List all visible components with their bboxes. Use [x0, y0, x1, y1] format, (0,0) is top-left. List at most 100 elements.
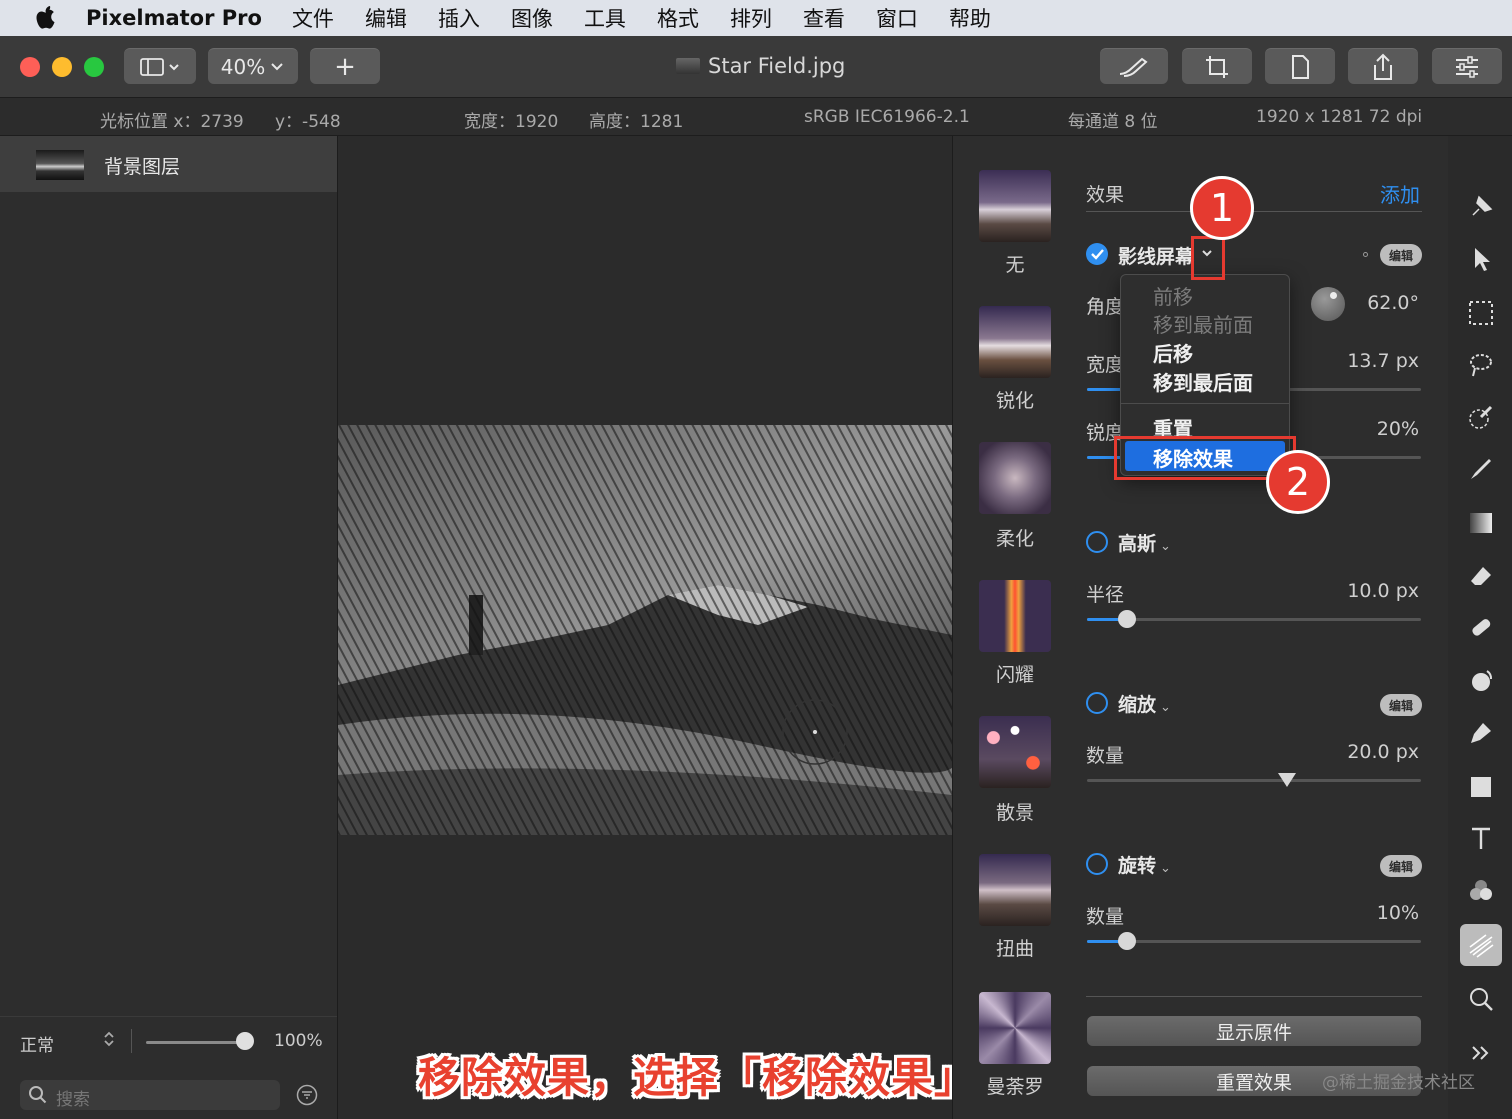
edit-zoom-button[interactable]: 编辑: [1380, 694, 1422, 716]
pointer-tool-icon[interactable]: [1460, 238, 1502, 280]
zoom-effect-name[interactable]: 缩放 ⌄: [1118, 690, 1171, 717]
menu-separator: [1121, 403, 1289, 404]
menu-tools[interactable]: 工具: [584, 3, 626, 33]
close-window-button[interactable]: [20, 57, 40, 77]
menu-item-move-backward[interactable]: 后移: [1153, 338, 1193, 367]
menu-format[interactable]: 格式: [657, 3, 699, 33]
crop-button[interactable]: [1182, 48, 1252, 84]
opacity-value: 100%: [274, 1031, 323, 1051]
blend-mode-select[interactable]: 正常: [20, 1031, 54, 1056]
preset-label[interactable]: 曼荼罗: [979, 1072, 1051, 1099]
menu-window[interactable]: 窗口: [876, 3, 918, 33]
halftone-effect-name[interactable]: 影线屏幕: [1118, 242, 1194, 269]
search-placeholder: 搜索: [56, 1090, 90, 1110]
selection-tool-icon[interactable]: [1460, 292, 1502, 334]
zoom-tool-icon[interactable]: [1460, 978, 1502, 1020]
angle-label: 角度: [1086, 296, 1125, 318]
radius-label: 半径: [1086, 584, 1125, 606]
filter-icon[interactable]: [296, 1084, 318, 1106]
lasso-tool-icon[interactable]: [1460, 344, 1502, 386]
menu-view[interactable]: 查看: [803, 3, 845, 33]
chevron-down-icon[interactable]: ⌄: [1160, 700, 1171, 715]
menu-arrange[interactable]: 排列: [730, 3, 772, 33]
apple-icon[interactable]: [32, 4, 60, 32]
eraser-tool-icon[interactable]: [1460, 554, 1502, 596]
menu-file[interactable]: 文件: [292, 3, 334, 33]
edit-spin-button[interactable]: 编辑: [1380, 855, 1422, 877]
menu-image[interactable]: 图像: [511, 3, 553, 33]
radius-slider[interactable]: [1087, 610, 1421, 628]
chevron-down-icon[interactable]: ⌄: [1160, 539, 1171, 554]
radius-slider-knob[interactable]: [1118, 610, 1137, 628]
zoom-amount-slider-knob[interactable]: [1278, 773, 1297, 787]
angle-value: 62.0°: [1367, 292, 1419, 314]
preset-label[interactable]: 无: [979, 250, 1051, 277]
retouch-tool-icon[interactable]: [1460, 660, 1502, 702]
zoom-enable-checkbox[interactable]: [1086, 692, 1108, 714]
preset-thumbnail[interactable]: [979, 854, 1051, 926]
layer-search-field[interactable]: 搜索: [20, 1080, 280, 1110]
gaussian-effect-name[interactable]: 高斯 ⌄: [1118, 529, 1171, 556]
sidebar-icon: [140, 57, 179, 76]
share-button[interactable]: [1348, 48, 1418, 84]
style-button[interactable]: [1100, 48, 1168, 84]
image-canvas[interactable]: [338, 136, 952, 1119]
preset-label[interactable]: 柔化: [979, 524, 1051, 551]
preset-thumbnail[interactable]: [979, 716, 1051, 788]
updown-chevron-icon[interactable]: [102, 1029, 116, 1053]
adjust-button[interactable]: [1432, 48, 1502, 84]
spin-amount-slider-knob[interactable]: [1118, 932, 1137, 950]
layers-sidebar: 背景图层 正常 100% 搜索: [0, 136, 338, 1119]
halftone-enable-checkbox[interactable]: [1086, 243, 1108, 265]
pen-tool-icon[interactable]: [1460, 712, 1502, 754]
format-button[interactable]: [1265, 48, 1335, 84]
menu-insert[interactable]: 插入: [438, 3, 480, 33]
zoom-dropdown[interactable]: 40%: [208, 48, 298, 84]
preset-label[interactable]: 闪耀: [979, 660, 1051, 687]
text-tool-icon[interactable]: [1460, 818, 1502, 860]
divider: [131, 1029, 132, 1053]
paint-brush-icon[interactable]: [1460, 448, 1502, 490]
opacity-slider[interactable]: [146, 1041, 246, 1044]
spin-amount-slider[interactable]: [1087, 932, 1421, 950]
spin-amount-label: 数量: [1086, 906, 1125, 928]
menu-help[interactable]: 帮助: [949, 3, 991, 33]
minimize-window-button[interactable]: [52, 57, 72, 77]
sidebar-toggle-button[interactable]: [124, 48, 196, 84]
add-button[interactable]: +: [310, 48, 380, 84]
color-picker-tool-icon[interactable]: [1460, 396, 1502, 438]
gradient-tool-icon[interactable]: [1460, 502, 1502, 544]
layer-row[interactable]: 背景图层: [0, 136, 337, 192]
gaussian-enable-checkbox[interactable]: [1086, 531, 1108, 553]
spin-effect-name[interactable]: 旋转 ⌄: [1118, 851, 1171, 878]
spin-enable-checkbox[interactable]: [1086, 853, 1108, 875]
opacity-slider-knob[interactable]: [236, 1032, 254, 1050]
sharpness-value: 20%: [1376, 418, 1419, 440]
repair-tool-icon[interactable]: [1460, 606, 1502, 648]
add-effect-button[interactable]: 添加: [1380, 179, 1420, 208]
edit-halftone-button[interactable]: 编辑: [1380, 244, 1422, 266]
effects-tool-icon[interactable]: [1460, 924, 1502, 966]
color-adjust-tool-icon[interactable]: [1460, 870, 1502, 912]
shape-tool-icon[interactable]: [1460, 766, 1502, 808]
preset-thumbnail[interactable]: [979, 442, 1051, 514]
menu-edit[interactable]: 编辑: [365, 3, 407, 33]
menu-item-move-to-back[interactable]: 移到最后面: [1153, 367, 1253, 396]
preset-thumbnail[interactable]: [979, 306, 1051, 378]
preset-label[interactable]: 散景: [979, 798, 1051, 825]
app-name-menu[interactable]: Pixelmator Pro: [86, 6, 262, 30]
preset-thumbnail[interactable]: [979, 580, 1051, 652]
halftone-photo[interactable]: [338, 425, 952, 835]
preset-label[interactable]: 扭曲: [979, 934, 1051, 961]
radius-value: 10.0 px: [1347, 580, 1419, 602]
arrange-tool-icon[interactable]: [1460, 186, 1502, 228]
dimensions-readout: 1920 x 1281 72 dpi: [1256, 107, 1423, 127]
preset-thumbnail[interactable]: [979, 170, 1051, 242]
zoom-window-button[interactable]: [84, 57, 104, 77]
preset-thumbnail[interactable]: [979, 992, 1051, 1064]
chevron-down-icon[interactable]: ⌄: [1160, 861, 1171, 876]
blend-controls: 正常 100%: [0, 1016, 337, 1066]
zoom-amount-slider[interactable]: [1087, 773, 1421, 787]
show-original-button[interactable]: 显示原件: [1087, 1016, 1421, 1046]
preset-label[interactable]: 锐化: [979, 386, 1051, 413]
